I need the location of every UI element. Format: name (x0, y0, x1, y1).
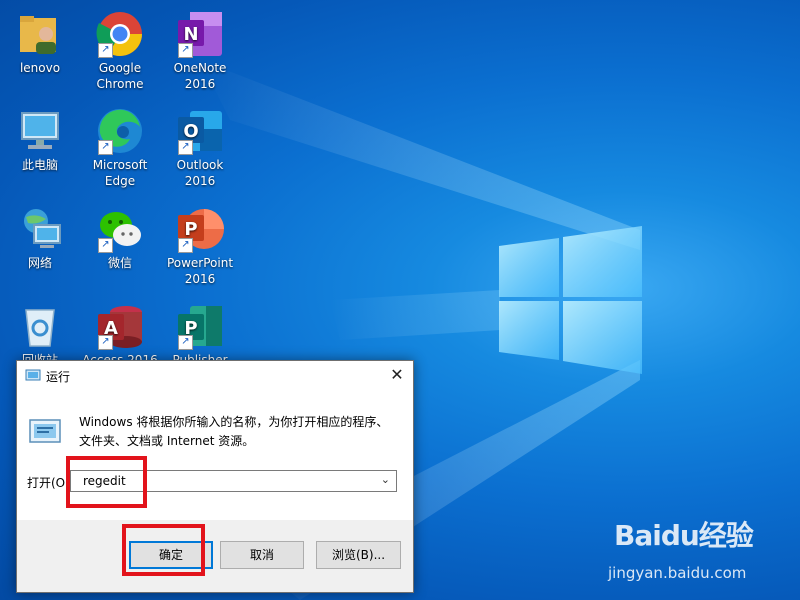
edge-icon: ↗ (96, 107, 144, 155)
shortcut-arrow-icon: ↗ (178, 238, 193, 253)
dialog-title: 运行 (46, 370, 71, 384)
cancel-button[interactable]: 取消 (220, 541, 304, 569)
user-folder-icon (16, 10, 64, 58)
desktop-icon-edge[interactable]: ↗ Microsoft Edge (80, 107, 160, 189)
close-icon: ✕ (390, 365, 404, 384)
windows-logo (499, 226, 642, 374)
close-button[interactable]: ✕ (381, 361, 413, 391)
shortcut-arrow-icon: ↗ (98, 140, 113, 155)
desktop-icon-label: 网络 (27, 256, 52, 270)
run-app-icon (25, 369, 41, 381)
desktop-icon-this-pc[interactable]: 此电脑 (0, 107, 80, 173)
desktop-icon-publisher[interactable]: P ↗ Publisher (160, 302, 240, 368)
chevron-down-icon[interactable]: ⌄ (381, 473, 390, 486)
chrome-icon: ↗ (96, 10, 144, 58)
desktop-icon-label: OneNote 2016 (173, 61, 227, 91)
svg-text:N: N (183, 24, 198, 45)
shortcut-arrow-icon: ↗ (98, 238, 113, 253)
network-icon (16, 205, 64, 253)
desktop-icon-label: 微信 (107, 256, 132, 270)
svg-text:P: P (184, 219, 197, 240)
dialog-description: Windows 将根据你所输入的名称，为你打开相应的程序、文件夹、文档或 Int… (79, 415, 389, 448)
desktop-icon-label: lenovo (19, 61, 61, 75)
watermark-brand: Baidu经验 (614, 519, 754, 552)
svg-text:O: O (183, 121, 198, 142)
desktop-icon-label: Outlook 2016 (176, 158, 224, 188)
desktop-icon-access[interactable]: A ↗ Access 2016 (80, 302, 160, 368)
desktop-icon-powerpoint[interactable]: P ↗ PowerPoint 2016 (160, 205, 240, 287)
powerpoint-icon: P ↗ (176, 205, 224, 253)
computer-icon (16, 107, 64, 155)
dialog-titlebar[interactable]: 运行 ✕ (17, 361, 413, 391)
desktop-icon-label: 此电脑 (21, 158, 58, 172)
watermark-url: jingyan.baidu.com (608, 564, 747, 582)
browse-button[interactable]: 浏览(B)... (316, 541, 401, 569)
desktop-icon-label: Google Chrome (96, 61, 144, 91)
desktop-icon-wechat[interactable]: ↗ 微信 (80, 205, 160, 271)
shortcut-arrow-icon: ↗ (98, 335, 113, 350)
desktop-icon-lenovo[interactable]: lenovo (0, 10, 80, 76)
run-program-icon (29, 419, 61, 443)
outlook-icon: O ↗ (176, 107, 224, 155)
publisher-icon: P ↗ (176, 302, 224, 350)
access-icon: A ↗ (96, 302, 144, 350)
shortcut-arrow-icon: ↗ (178, 43, 193, 58)
ok-highlight-box (122, 524, 205, 576)
onenote-icon: N ↗ (176, 10, 224, 58)
shortcut-arrow-icon: ↗ (98, 43, 113, 58)
input-highlight-box (66, 456, 147, 508)
desktop-icon-outlook[interactable]: O ↗ Outlook 2016 (160, 107, 240, 189)
desktop-icon-network[interactable]: 网络 (0, 205, 80, 271)
desktop-icon-onenote[interactable]: N ↗ OneNote 2016 (160, 10, 240, 92)
shortcut-arrow-icon: ↗ (178, 335, 193, 350)
recycle-bin-icon (16, 302, 64, 350)
baidu-watermark: Baidu经验 jingyan.baidu.com (608, 514, 754, 582)
desktop-icon-label: PowerPoint 2016 (166, 256, 234, 286)
desktop-icon-label: Microsoft Edge (92, 158, 148, 188)
desktop-icon-recycle-bin[interactable]: 回收站 (0, 302, 80, 368)
wechat-icon: ↗ (96, 205, 144, 253)
shortcut-arrow-icon: ↗ (178, 140, 193, 155)
desktop-icon-chrome[interactable]: ↗ Google Chrome (80, 10, 160, 92)
